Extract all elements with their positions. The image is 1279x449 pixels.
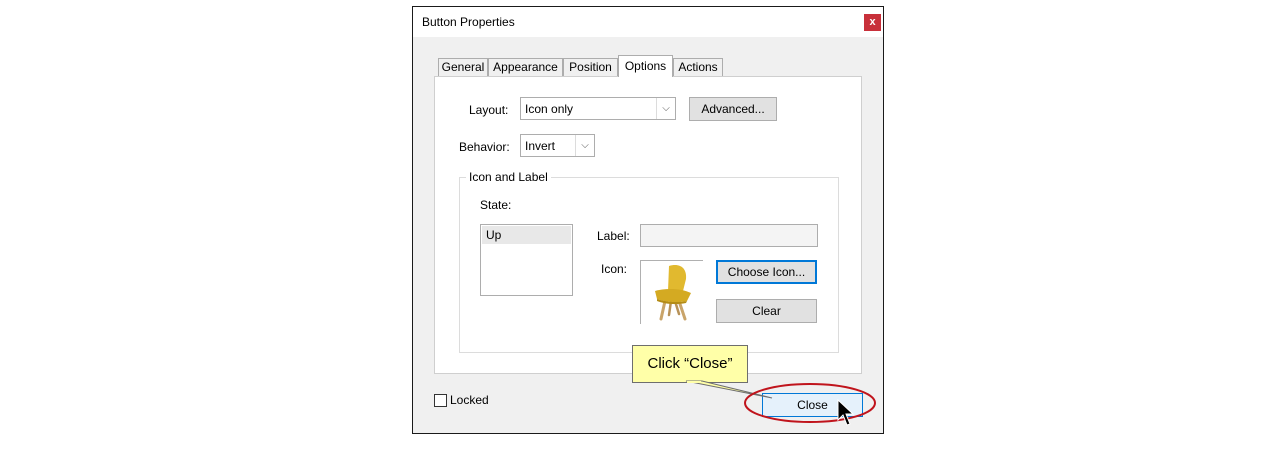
chevron-down-icon[interactable]: ⌵ bbox=[575, 135, 594, 156]
behavior-value: Invert bbox=[525, 139, 556, 153]
chair-image bbox=[655, 265, 691, 321]
group-title: Icon and Label bbox=[466, 170, 551, 184]
layout-value: Icon only bbox=[525, 102, 574, 116]
tab-general[interactable]: General bbox=[438, 58, 488, 76]
tab-position[interactable]: Position bbox=[563, 58, 618, 76]
title-bar: Button Properties x bbox=[413, 7, 883, 37]
close-window-button[interactable]: x bbox=[864, 14, 881, 31]
list-item[interactable]: Up bbox=[482, 226, 571, 244]
label-field[interactable] bbox=[640, 224, 818, 247]
behavior-label: Behavior: bbox=[459, 140, 510, 154]
label-field-label: Label: bbox=[597, 229, 630, 243]
tab-options[interactable]: Options bbox=[618, 55, 673, 77]
state-listbox[interactable]: Up bbox=[480, 224, 573, 296]
instruction-callout: Click “Close” bbox=[632, 345, 748, 383]
tab-appearance[interactable]: Appearance bbox=[488, 58, 563, 76]
state-label: State: bbox=[480, 198, 512, 212]
layout-select[interactable]: Icon only ⌵ bbox=[520, 97, 676, 120]
behavior-select[interactable]: Invert ⌵ bbox=[520, 134, 595, 157]
dialog-title: Button Properties bbox=[422, 15, 515, 29]
options-panel: Layout: Icon only ⌵ Advanced... Behavior… bbox=[434, 76, 862, 374]
choose-icon-button[interactable]: Choose Icon... bbox=[716, 260, 817, 284]
locked-label: Locked bbox=[450, 393, 489, 407]
state-item-up: Up bbox=[486, 228, 502, 242]
icon-and-label-group: Icon and Label State: Up Label: Icon: Ch… bbox=[459, 170, 839, 353]
clear-button[interactable]: Clear bbox=[716, 299, 817, 323]
icon-label: Icon: bbox=[601, 262, 628, 276]
locked-checkbox[interactable] bbox=[434, 394, 447, 407]
close-button[interactable]: Close bbox=[762, 393, 863, 417]
advanced-button[interactable]: Advanced... bbox=[689, 97, 777, 121]
chevron-down-icon[interactable]: ⌵ bbox=[656, 98, 675, 119]
icon-preview bbox=[640, 260, 703, 324]
tab-actions[interactable]: Actions bbox=[673, 58, 723, 76]
layout-label: Layout: bbox=[469, 103, 509, 117]
